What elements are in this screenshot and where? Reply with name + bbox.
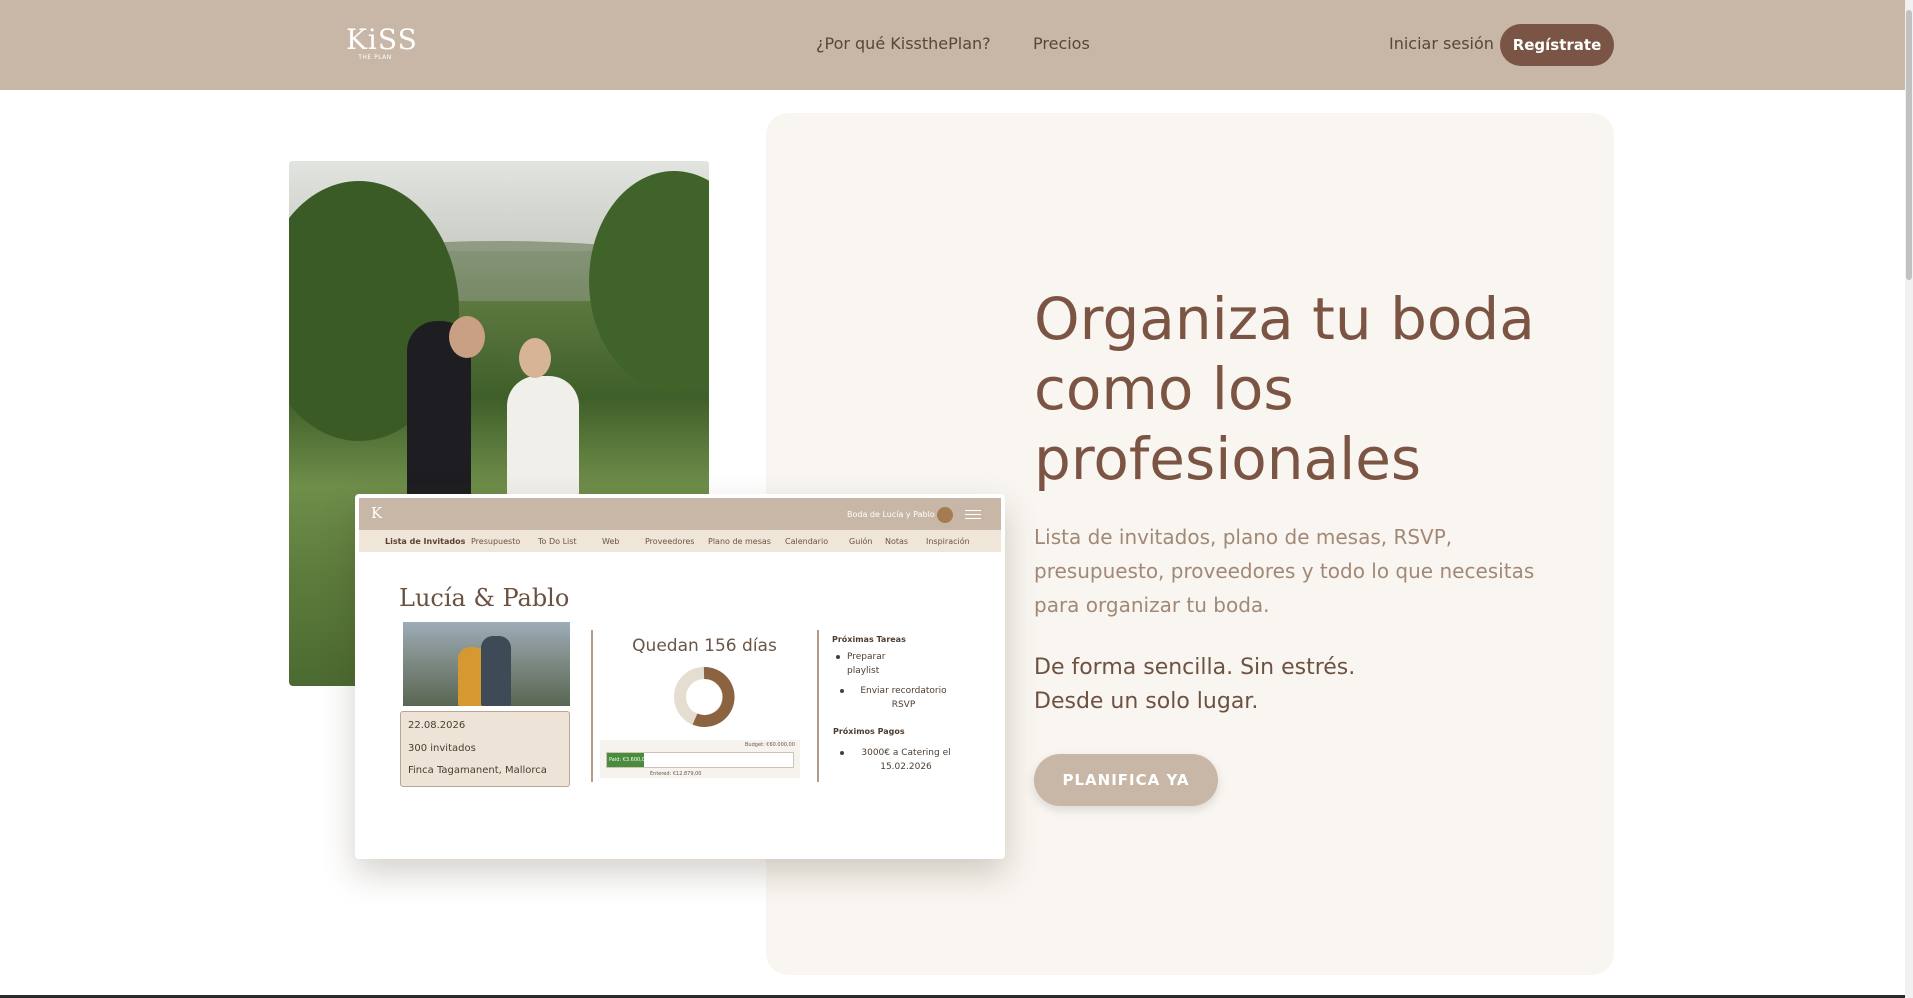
preview-photo-person-2 [481,636,511,706]
preview-tab-inspiration: Inspiración [926,537,970,546]
preview-couple-names: Lucía & Pablo [399,584,570,612]
preview-tab-calendar: Calendario [785,537,829,546]
preview-tab-web: Web [602,537,620,546]
preview-venue: Finca Tagamanent, Mallorca [408,765,547,776]
preview-entered-label: Entered: €12.879,00 [650,771,702,777]
hero-title: Organiza tu boda como los profesionales [1034,285,1535,493]
preview-countdown: Quedan 156 días [632,636,777,656]
preview-task-item: Preparar playlist [836,650,907,678]
preview-next-payments-title: Próximos Pagos [833,727,905,736]
preview-tab-todo: To Do List [538,537,577,546]
plan-now-button[interactable]: PLANIFICA YA [1034,754,1218,806]
preview-guests: 300 invitados [408,743,476,754]
preview-couple-photo [403,622,570,706]
app-dashboard-preview: K Boda de Lucía y Pablo Lista de Invitad… [355,494,1005,859]
preview-wedding-label: Boda de Lucía y Pablo [847,510,935,519]
login-link[interactable]: Iniciar sesión [1389,34,1494,53]
preview-date: 22.08.2026 [408,720,466,731]
hamburger-menu-icon [965,510,981,519]
preview-wedding-info: 22.08.2026 300 invitados Finca Tagamanen… [400,711,570,787]
register-button[interactable]: Regístrate [1500,24,1614,66]
preview-logo: K [371,504,383,522]
preview-tab-budget: Presupuesto [471,537,521,546]
preview-tab-guest-list: Lista de Invitados [385,537,466,546]
preview-budget-widget: Budget: €60.000,00 Paid: €3.600,00 Enter… [600,740,800,778]
preview-tab-vendors: Proveedores [645,537,695,546]
site-header: KiSS THE PLAN ¿Por qué KissthePlan? Prec… [0,0,1913,90]
preview-tabs: Lista de Invitados Presupuesto To Do Lis… [359,530,1001,552]
nav-prices[interactable]: Precios [1033,34,1090,53]
nav-why-kissplan[interactable]: ¿Por qué KissthePlan? [816,34,991,53]
preview-tab-script: Guión [849,537,873,546]
photo-groom-head [449,316,485,358]
preview-budget-bar: Paid: €3.600,00 [606,752,794,768]
logo-wordmark: KiSS [346,23,418,56]
preview-budget-label: Budget: €60.000,00 [745,742,795,748]
preview-divider [591,630,593,782]
preview-avatar [937,507,953,523]
preview-tab-notes: Notas [885,537,909,546]
photo-bride-head [519,338,551,378]
preview-countdown-donut [674,666,735,727]
preview-next-tasks-title: Próximas Tareas [832,635,906,644]
hero-tagline: De forma sencilla. Sin estrés. Desde un … [1034,651,1574,719]
preview-divider [817,630,819,782]
preview-payment-item: 3000€ a Catering el 15.02.2026 [840,746,961,774]
hero-tagline-line-1: De forma sencilla. Sin estrés. [1034,655,1356,680]
hero-tagline-line-2: Desde un solo lugar. [1034,689,1259,714]
kissplan-logo[interactable]: KiSS THE PLAN [346,23,418,66]
preview-task-item: Enviar recordatorio RSVP [840,684,956,712]
preview-paid-label: Paid: €3.600,00 [609,757,649,763]
hero-subtitle: Lista de invitados, plano de mesas, RSVP… [1034,525,1535,617]
preview-topbar: K Boda de Lucía y Pablo [359,498,1001,530]
scrollbar-thumb[interactable] [1906,10,1912,280]
preview-tab-seating: Plano de mesas [708,537,771,546]
